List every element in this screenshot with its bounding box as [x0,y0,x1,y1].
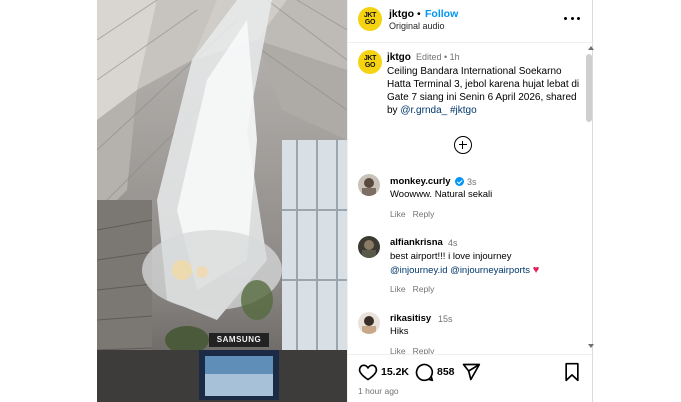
post-side-panel: JKT GO jktgo • Follow Original audio JKT… [347,0,594,402]
post-header: JKT GO jktgo • Follow Original audio [348,0,594,42]
caption-hashtag[interactable]: #jktgo [450,105,477,116]
samsung-sign: SAMSUNG [216,335,262,344]
header-username[interactable]: jktgo [389,8,414,20]
comment-mention[interactable]: @injourney.id [390,265,448,276]
scroll-up-arrow[interactable] [588,46,594,50]
comment-time: 3s [467,177,477,187]
plus-circle-icon[interactable] [454,136,472,154]
jktgo-avatar[interactable]: JKT GO [358,7,382,31]
comment-actions: Like Reply [390,209,441,219]
comment-actions: Like Reply [390,284,441,294]
red-heart-emoji: ♥ [532,263,540,276]
comment-like-link[interactable]: Like [390,209,406,219]
caption-mention[interactable]: @r.grnda_ [400,105,447,116]
original-audio-link[interactable]: Original audio [389,21,445,31]
comment-body: best airport!!! i love injourney [390,251,512,262]
comment-count[interactable]: 858 [437,366,455,378]
comment-mention[interactable]: @injourneyairports [450,265,530,276]
comment-time: 4s [448,238,458,248]
reel-video[interactable]: SAMSUNG [97,0,347,402]
comment-text: Woowww. Natural sekali [390,189,493,200]
comment-icon[interactable] [414,362,434,382]
comment-avatar-alfiankrisna[interactable] [358,236,380,258]
comment-reply-link[interactable]: Reply [413,284,435,294]
post-timestamp[interactable]: 1 hour ago [358,386,399,396]
comment-time: 15s [438,314,453,324]
caption-text: Ceiling Bandara International Soekarno H… [387,65,583,117]
bookmark-icon[interactable] [562,362,582,382]
comment-username[interactable]: alfiankrisna [390,237,443,248]
post-actions-bar: 15.2K 858 [348,360,594,384]
follow-button[interactable]: Follow [425,8,458,20]
comments-list[interactable]: JKT GO jktgo Edited • 1h Ceiling Bandara… [348,43,588,355]
caption-avatar-text: JKT GO [363,55,377,69]
actions-divider [348,354,594,355]
heart-icon[interactable] [358,362,378,382]
comment-text: best airport!!! i love injourney @injour… [390,251,580,277]
comment-like-link[interactable]: Like [390,284,406,294]
comment-text: Hiks [390,326,409,337]
comment-avatar-monkey-curly[interactable] [358,174,380,196]
comments-scrollbar[interactable] [586,54,592,352]
send-icon[interactable] [461,362,481,382]
comment-username[interactable]: rikasitisy [390,313,431,324]
like-count[interactable]: 15.2K [381,366,409,378]
verified-badge-icon [455,177,464,186]
avatar-logo-text: JKT GO [363,12,377,26]
comment-avatar-rikasitisy[interactable] [358,312,380,334]
caption-avatar[interactable]: JKT GO [358,50,382,74]
comment-username[interactable]: monkey.curly [390,176,451,187]
scroll-down-arrow[interactable] [588,344,594,348]
header-separator-dot: • [417,8,421,20]
caption-meta: Edited • 1h [416,52,460,62]
caption-username[interactable]: jktgo [387,52,411,63]
comment-reply-link[interactable]: Reply [413,209,435,219]
scrollbar-thumb[interactable] [586,54,592,122]
more-horizontal-icon[interactable] [564,10,580,26]
